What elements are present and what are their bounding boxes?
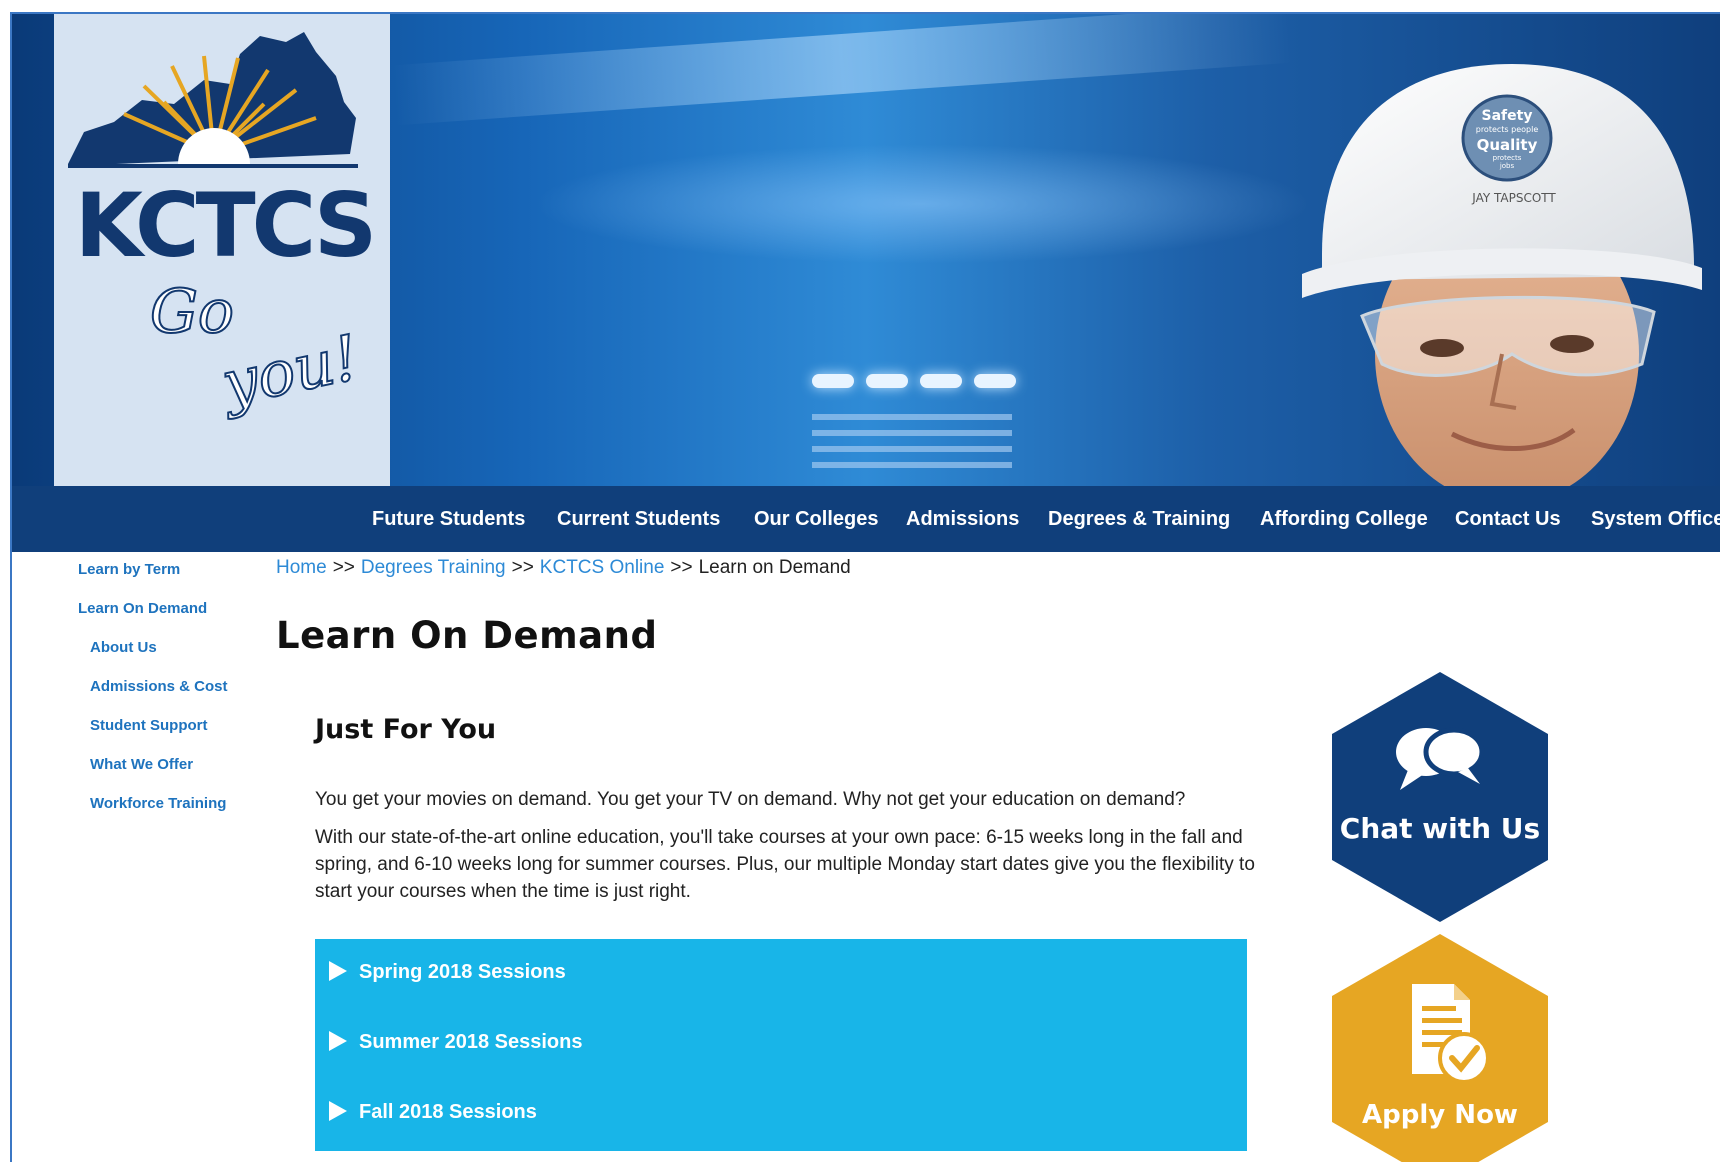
nav-current-students[interactable]: Current Students [557,486,720,552]
intro-paragraph: You get your movies on demand. You get y… [315,789,1186,810]
hero-panel-slats [812,414,1012,478]
page-frame: KCTCS Go you! Safety protects people Qua… [10,12,1720,1162]
main-nav: Future Students Current Students Our Col… [12,486,1720,552]
logo-tagline-go: Go [149,277,235,347]
apply-now-button[interactable]: Apply Now [1330,934,1550,1162]
sidebar-item-about-us[interactable]: About Us [90,639,157,656]
nav-affording-college[interactable]: Affording College [1260,486,1428,552]
breadcrumb-degrees-training[interactable]: Degrees Training [361,557,506,578]
breadcrumb-home[interactable]: Home [276,557,327,578]
hero-banner: KCTCS Go you! Safety protects people Qua… [12,14,1720,486]
logo-wordmark: KCTCS [74,174,377,277]
sidebar-item-student-support[interactable]: Student Support [90,717,207,734]
accordion-fall-2018[interactable]: Fall 2018 Sessions [329,1097,537,1127]
nav-our-colleges[interactable]: Our Colleges [754,486,878,552]
breadcrumb-separator: >> [670,557,693,578]
svg-text:protects people: protects people [1476,125,1539,134]
svg-text:jobs: jobs [1499,162,1515,170]
breadcrumb-current: Learn on Demand [698,557,851,578]
accordion-spring-2018[interactable]: Spring 2018 Sessions [329,957,566,987]
nav-system-office[interactable]: System Office [1591,486,1720,552]
nav-degrees-training[interactable]: Degrees & Training [1048,486,1230,552]
nav-contact-us[interactable]: Contact Us [1455,486,1561,552]
sessions-accordion: Spring 2018 Sessions Summer 2018 Session… [315,939,1247,1151]
sidebar-item-what-we-offer[interactable]: What We Offer [90,756,193,773]
expand-triangle-icon [329,1101,347,1121]
accordion-label: Fall 2018 Sessions [359,1101,537,1123]
sidebar-item-admissions-cost[interactable]: Admissions & Cost [90,678,228,695]
hero-light-streak [391,14,1293,126]
nav-admissions[interactable]: Admissions [906,486,1019,552]
chat-label: Chat with Us [1339,812,1541,845]
sidebar-item-learn-on-demand[interactable]: Learn On Demand [78,600,207,617]
sidebar-item-learn-by-term[interactable]: Learn by Term [78,561,180,578]
expand-triangle-icon [329,961,347,981]
apply-label: Apply Now [1362,1100,1518,1130]
breadcrumb-separator: >> [511,557,534,578]
chat-with-us-button[interactable]: Chat with Us [1330,672,1550,922]
accordion-label: Summer 2018 Sessions [359,1031,583,1053]
sidebar-item-workforce-training[interactable]: Workforce Training [90,795,226,812]
svg-text:protects: protects [1493,154,1522,162]
breadcrumb: Home >> Degrees Training >> KCTCS Online >> Le… [276,557,851,579]
worker-photo: Safety protects people Quality protects … [1302,64,1702,486]
description-paragraph: With our state-of-the-art online educati… [315,827,1255,902]
expand-triangle-icon [329,1031,347,1051]
kctcs-logo[interactable]: KCTCS Go you! [54,14,390,486]
accordion-summer-2018[interactable]: Summer 2018 Sessions [329,1027,582,1057]
section-title: Just For You [315,714,497,745]
hero-panel-lights [812,374,1028,393]
breadcrumb-kctcs-online[interactable]: KCTCS Online [540,557,665,578]
helmet-name: JAY TAPSCOTT [1471,191,1556,205]
hero-glow [532,144,1312,264]
breadcrumb-separator: >> [332,557,355,578]
svg-text:Quality: Quality [1477,136,1538,154]
page-title: Learn On Demand [276,614,658,657]
svg-text:Safety: Safety [1482,108,1533,124]
nav-future-students[interactable]: Future Students [372,486,525,552]
accordion-label: Spring 2018 Sessions [359,961,566,983]
